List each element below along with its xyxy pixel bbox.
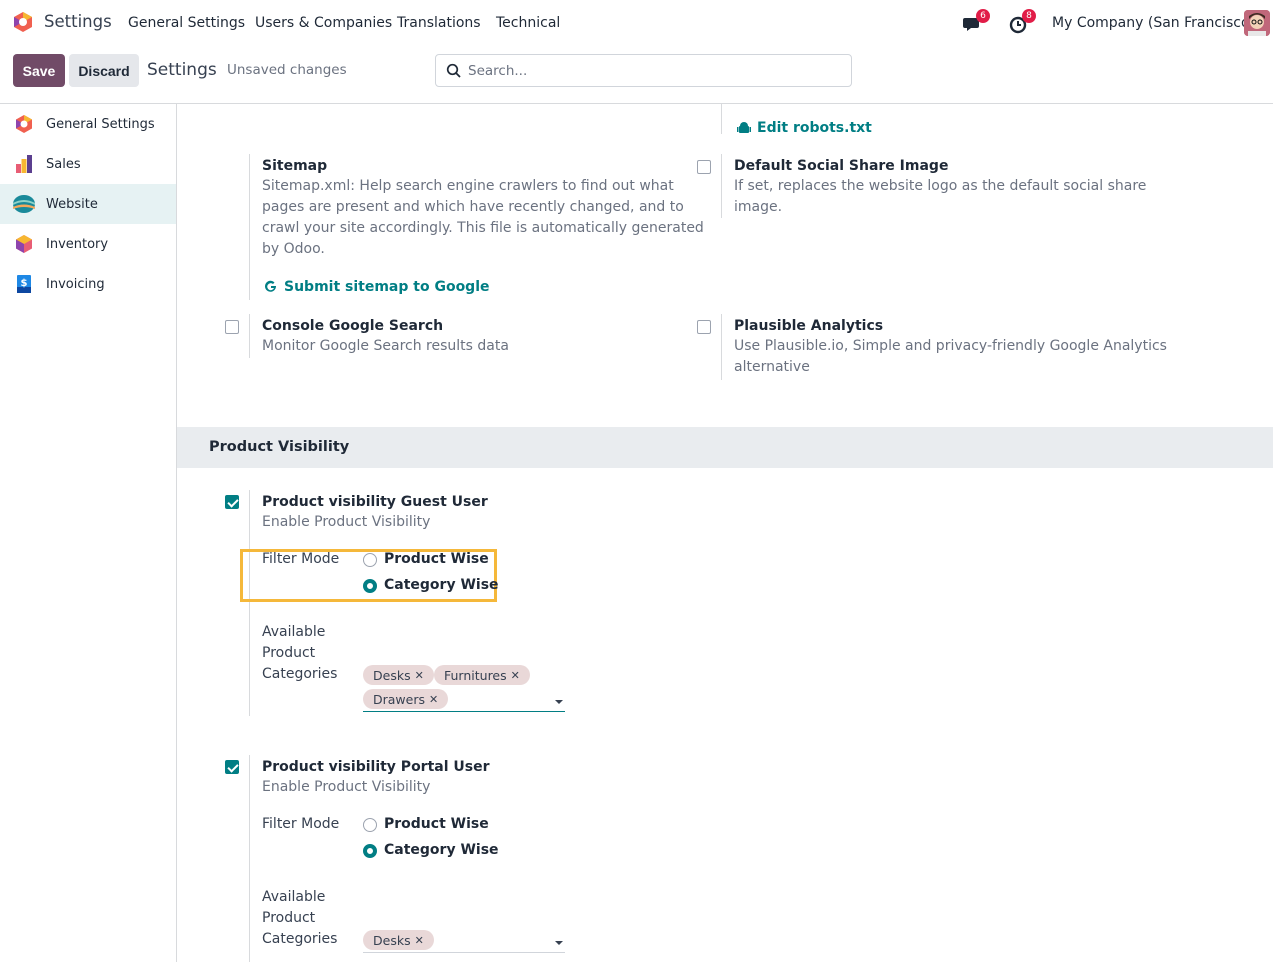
portal-product-wise-label[interactable]: Product Wise — [384, 816, 489, 832]
breadcrumb-title: Settings — [147, 60, 217, 80]
company-switcher[interactable]: My Company (San Francisco) — [1052, 15, 1255, 31]
submit-sitemap-link[interactable]: Submit sitemap to Google — [264, 279, 490, 295]
product-visibility-section-header: Product Visibility — [177, 427, 1273, 468]
social-image-title: Default Social Share Image — [734, 158, 949, 174]
android-icon — [737, 122, 751, 133]
dropdown-caret-icon[interactable] — [555, 941, 563, 945]
menu-translations[interactable]: Translations — [397, 15, 481, 31]
setting-divider — [721, 104, 722, 134]
category-tag[interactable]: Furnitures ✕ — [434, 665, 530, 685]
portal-visibility-description: Enable Product Visibility — [262, 779, 431, 795]
messages-badge: 6 — [976, 9, 990, 23]
social-image-description: If set, replaces the website logo as the… — [734, 178, 1147, 215]
section-title: Product Visibility — [209, 439, 350, 455]
search-input[interactable] — [468, 61, 838, 81]
svg-text:$: $ — [21, 278, 28, 289]
setting-divider — [249, 314, 250, 358]
sidebar-item-label: Invoicing — [46, 276, 105, 292]
google-icon — [265, 280, 276, 292]
sidebar-item-label: Website — [46, 196, 98, 212]
activities-button[interactable]: 8 — [1008, 9, 1036, 35]
sidebar-item-invoicing[interactable]: $ Invoicing — [0, 264, 176, 304]
sidebar-item-sales[interactable]: Sales — [0, 144, 176, 184]
portal-categories-label: Available Product Categories — [262, 889, 338, 947]
search-bar — [435, 54, 852, 87]
settings-content: Edit robots.txt Sitemap Sitemap.xml: Hel… — [177, 104, 1273, 962]
sidebar-item-general-settings[interactable]: General Settings — [0, 104, 176, 144]
guest-filter-mode-label: Filter Mode — [262, 551, 340, 567]
unsaved-changes-indicator: Unsaved changes — [227, 62, 347, 78]
odoo-settings-logo-icon[interactable] — [12, 11, 34, 33]
portal-visibility-checkbox[interactable] — [225, 760, 239, 774]
portal-categories-field[interactable]: Desks ✕ — [363, 929, 565, 953]
sales-app-icon — [16, 155, 32, 173]
social-image-checkbox[interactable] — [697, 160, 711, 174]
guest-visibility-title: Product visibility Guest User — [262, 494, 488, 510]
remove-tag-icon[interactable]: ✕ — [415, 669, 424, 682]
guest-visibility-description: Enable Product Visibility — [262, 514, 431, 530]
menu-technical[interactable]: Technical — [496, 15, 560, 31]
setting-divider — [721, 314, 722, 380]
avatar-face-icon — [1244, 10, 1270, 36]
portal-filter-mode-label: Filter Mode — [262, 816, 340, 832]
inventory-app-icon — [16, 235, 32, 253]
sitemap-description: Sitemap.xml: Help search engine crawlers… — [262, 178, 704, 257]
app-name[interactable]: Settings — [44, 12, 112, 31]
settings-sidebar: General Settings Sales Website Inventory… — [0, 104, 177, 962]
menu-general-settings[interactable]: General Settings — [128, 15, 245, 31]
sidebar-item-inventory[interactable]: Inventory — [0, 224, 176, 264]
guest-radio-category-wise[interactable] — [363, 579, 377, 593]
guest-radio-product-wise[interactable] — [363, 553, 377, 567]
plausible-checkbox[interactable] — [697, 320, 711, 334]
console-search-title: Console Google Search — [262, 318, 444, 334]
console-search-checkbox[interactable] — [225, 320, 239, 334]
sidebar-item-website[interactable]: Website — [0, 184, 176, 224]
guest-category-wise-label[interactable]: Category Wise — [384, 577, 499, 593]
guest-categories-label: Available Product Categories — [262, 624, 338, 682]
portal-radio-category-wise[interactable] — [363, 844, 377, 858]
guest-product-wise-label[interactable]: Product Wise — [384, 551, 489, 567]
setting-divider — [249, 755, 250, 962]
discard-button[interactable]: Discard — [69, 54, 139, 87]
activities-badge: 8 — [1022, 9, 1036, 23]
messages-button[interactable]: 6 — [962, 9, 990, 35]
settings-app-icon — [16, 115, 32, 133]
submit-sitemap-label: Submit sitemap to Google — [284, 279, 490, 295]
save-button[interactable]: Save — [13, 54, 65, 87]
plausible-description: Use Plausible.io, Simple and privacy-fri… — [734, 338, 1167, 375]
sidebar-item-label: Inventory — [46, 236, 109, 252]
menu-users-companies[interactable]: Users & Companies — [255, 15, 392, 31]
remove-tag-icon[interactable]: ✕ — [511, 669, 520, 682]
user-avatar[interactable] — [1244, 10, 1270, 36]
guest-visibility-checkbox[interactable] — [225, 495, 239, 509]
category-tag[interactable]: Desks ✕ — [363, 930, 434, 950]
top-navbar: Settings General Settings Users & Compan… — [0, 0, 1273, 46]
setting-divider — [249, 490, 250, 716]
search-icon — [446, 63, 461, 78]
console-search-description: Monitor Google Search results data — [262, 338, 509, 354]
website-app-icon — [13, 195, 35, 213]
portal-radio-product-wise[interactable] — [363, 818, 377, 832]
sitemap-title: Sitemap — [262, 158, 328, 174]
plausible-title: Plausible Analytics — [734, 318, 884, 334]
dropdown-caret-icon[interactable] — [555, 700, 563, 704]
sidebar-item-label: General Settings — [46, 116, 155, 132]
portal-category-wise-label[interactable]: Category Wise — [384, 842, 499, 858]
sidebar-item-label: Sales — [46, 156, 81, 172]
portal-visibility-title: Product visibility Portal User — [262, 759, 490, 775]
setting-divider — [249, 154, 250, 300]
setting-divider — [721, 154, 722, 218]
remove-tag-icon[interactable]: ✕ — [415, 934, 424, 947]
category-tag[interactable]: Drawers ✕ — [363, 689, 449, 709]
edit-robots-link[interactable]: Edit robots.txt — [737, 120, 872, 136]
category-tag[interactable]: Desks ✕ — [363, 665, 434, 685]
edit-robots-label: Edit robots.txt — [757, 120, 872, 136]
remove-tag-icon[interactable]: ✕ — [429, 693, 438, 706]
guest-categories-field[interactable]: Desks ✕ Furnitures ✕ Drawers ✕ — [363, 664, 565, 712]
invoicing-app-icon: $ — [17, 275, 31, 293]
